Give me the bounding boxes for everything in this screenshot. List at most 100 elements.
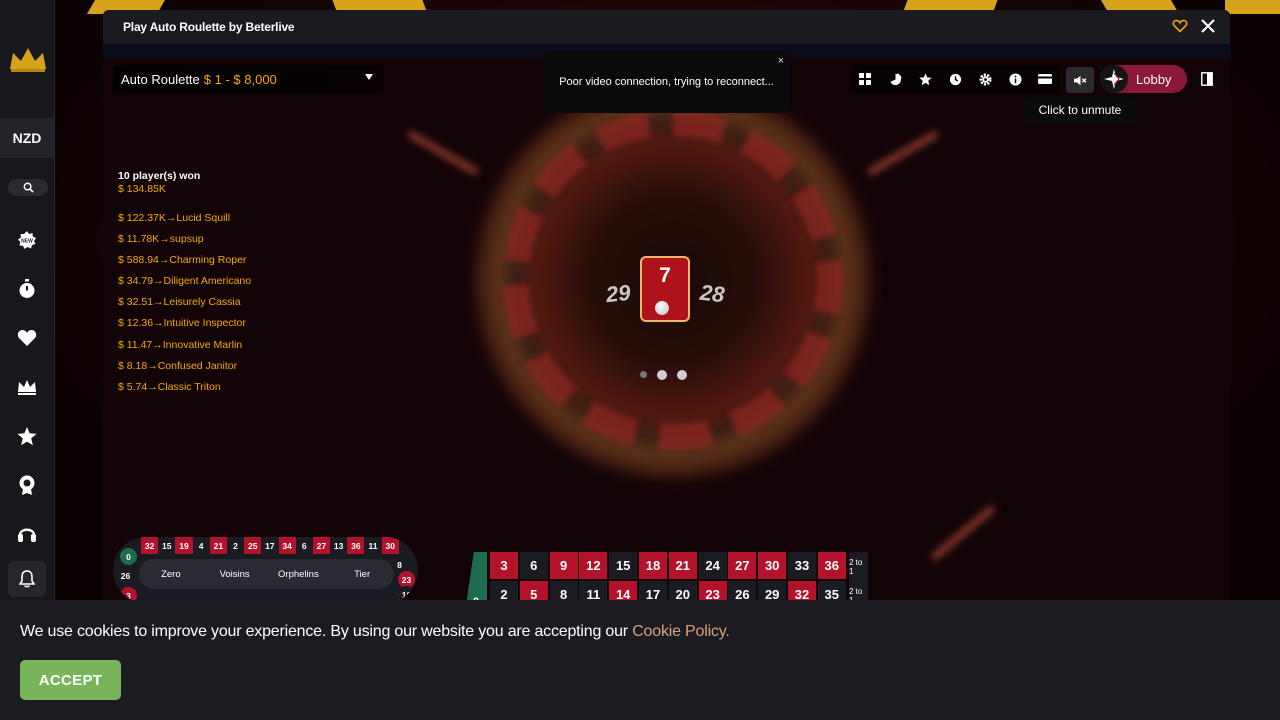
board-number[interactable]: 18: [638, 552, 667, 579]
favorite-heart-icon[interactable]: [1172, 19, 1188, 35]
racetrack-number[interactable]: 11: [364, 537, 382, 554]
board-number[interactable]: 14: [609, 581, 638, 600]
crown-logo-icon[interactable]: [8, 45, 48, 73]
racetrack-number[interactable]: 25: [244, 537, 262, 554]
board-number[interactable]: 8: [549, 581, 578, 600]
winner-entry: $ 122.37K→Lucid Squill: [118, 212, 251, 233]
medal-icon[interactable]: [15, 473, 39, 497]
winners-panel: 10 player(s) won $ 134.85K $ 122.37K→Luc…: [118, 170, 251, 402]
winner-amount: $ 588.94: [118, 254, 159, 267]
carousel-dot[interactable]: [657, 370, 667, 380]
board-number[interactable]: 12: [579, 552, 608, 579]
board-number[interactable]: 20: [668, 581, 697, 600]
crown-icon[interactable]: [15, 375, 39, 399]
stats-icon[interactable]: [880, 65, 910, 93]
winner-amount: $ 12.36: [118, 317, 154, 330]
info-icon[interactable]: [1000, 65, 1030, 93]
history-icon[interactable]: [940, 65, 970, 93]
table-limits-dropdown[interactable]: Auto Roulette $ 1 - $ 8,000: [113, 65, 383, 93]
racetrack-section-tier[interactable]: Tier: [330, 569, 394, 580]
board-number[interactable]: 6: [519, 552, 548, 579]
column-bet[interactable]: 2 to 1: [849, 587, 868, 601]
accept-button[interactable]: ACCEPT: [20, 660, 121, 700]
board-number[interactable]: 32: [787, 581, 816, 600]
board-number-grid: 3 6 9 12 15 18 21 24 27 30 33 36 2 5 8 11 14 17 20 23 26 29 32…: [490, 552, 846, 600]
racetrack-number[interactable]: 10: [398, 586, 415, 600]
racetrack-number[interactable]: 32: [141, 537, 159, 554]
connection-toast: Poor video connection, trying to reconne…: [543, 51, 790, 113]
lobby-label: Lobby: [1136, 71, 1172, 87]
board-number[interactable]: 36: [817, 552, 846, 579]
racetrack-number[interactable]: 26: [117, 567, 134, 584]
new-badge-icon[interactable]: NEW: [15, 228, 39, 252]
cookie-policy-link[interactable]: Cookie Policy.: [632, 623, 730, 640]
racetrack-section-voisins[interactable]: Voisins: [203, 569, 267, 580]
racetrack-number[interactable]: 17: [261, 537, 279, 554]
winner-amount: $ 32.51: [118, 296, 154, 309]
racetrack-number[interactable]: 21: [209, 537, 227, 554]
close-icon[interactable]: [1201, 19, 1217, 35]
board-number[interactable]: 2: [490, 581, 518, 600]
board-number[interactable]: 21: [668, 552, 697, 579]
racetrack-section-zero[interactable]: Zero: [139, 569, 203, 580]
arrow-right-icon: →: [147, 359, 158, 372]
toast-close-button[interactable]: ×: [778, 55, 784, 67]
racetrack-number[interactable]: 3: [120, 587, 137, 600]
search-button[interactable]: [8, 179, 48, 196]
winners-list: $ 122.37K→Lucid Squill $ 11.78K→supsup $ 5…: [118, 212, 251, 402]
racetrack-number[interactable]: 4: [192, 537, 210, 554]
racetrack-number[interactable]: 13: [330, 537, 348, 554]
racetrack-number[interactable]: 30: [381, 537, 399, 554]
racetrack-number[interactable]: 34: [278, 537, 296, 554]
board-number[interactable]: 5: [519, 581, 548, 600]
board-zero[interactable]: 0: [465, 552, 487, 600]
winner-name: Innovative Marlin: [162, 338, 243, 351]
arrow-right-icon: →: [153, 317, 164, 330]
heart-icon[interactable]: [15, 326, 39, 350]
racetrack-number[interactable]: 0: [120, 548, 137, 565]
board-number[interactable]: 26: [728, 581, 757, 600]
board-number[interactable]: 15: [609, 552, 638, 579]
grid-icon[interactable]: [850, 65, 880, 93]
racetrack-number[interactable]: 6: [295, 537, 313, 554]
board-number[interactable]: 27: [728, 552, 757, 579]
board-number[interactable]: 33: [787, 552, 816, 579]
racetrack-number[interactable]: 2: [226, 537, 245, 554]
column-bet[interactable]: 2 to 1: [849, 558, 868, 576]
wallet-icon[interactable]: [1030, 65, 1060, 93]
racetrack-section-orphelins[interactable]: Orphelins: [267, 569, 331, 580]
currency-selector[interactable]: NZD: [0, 118, 54, 158]
board-number[interactable]: 3: [490, 552, 518, 579]
arrow-right-icon: →: [153, 296, 164, 309]
racetrack-number[interactable]: 27: [312, 537, 331, 554]
board-number[interactable]: 29: [758, 581, 787, 600]
roulette-ball: [655, 301, 669, 315]
star-icon[interactable]: [15, 424, 39, 448]
winner-name: Diligent Americano: [163, 275, 252, 288]
lobby-button[interactable]: Lobby: [1100, 65, 1187, 93]
headset-icon[interactable]: [15, 522, 39, 546]
exit-fullscreen-icon[interactable]: [1201, 72, 1215, 86]
board-number[interactable]: 24: [698, 552, 727, 579]
racetrack-number[interactable]: 15: [158, 537, 176, 554]
mute-button[interactable]: [1066, 67, 1094, 93]
board-number[interactable]: 17: [638, 581, 667, 600]
board-number[interactable]: 35: [817, 581, 846, 600]
racetrack-number[interactable]: 19: [175, 537, 193, 554]
star-icon[interactable]: [910, 65, 940, 93]
board-number[interactable]: 23: [698, 581, 727, 600]
cookie-text: We use cookies to improve your experienc…: [20, 623, 730, 641]
board-number[interactable]: 30: [758, 552, 787, 579]
settings-icon[interactable]: [970, 65, 1000, 93]
racetrack-number[interactable]: 36: [347, 537, 365, 554]
game-window: Play Auto Roulette by Beterlive Auto Rou…: [103, 10, 1230, 600]
winner-name: Charming Roper: [169, 254, 247, 267]
carousel-dot[interactable]: [640, 371, 647, 378]
stopwatch-icon[interactable]: [15, 277, 39, 301]
board-number[interactable]: 11: [579, 581, 608, 600]
board-number[interactable]: 9: [549, 552, 578, 579]
mute-icon: [1073, 75, 1086, 85]
notifications-button[interactable]: [8, 561, 46, 597]
carousel-dot[interactable]: [677, 370, 687, 380]
racetrack-betting: 32 15 19 4 21 2 25 17 34 6 27 13 36 11 30 Zero Voisins O…: [113, 537, 418, 600]
